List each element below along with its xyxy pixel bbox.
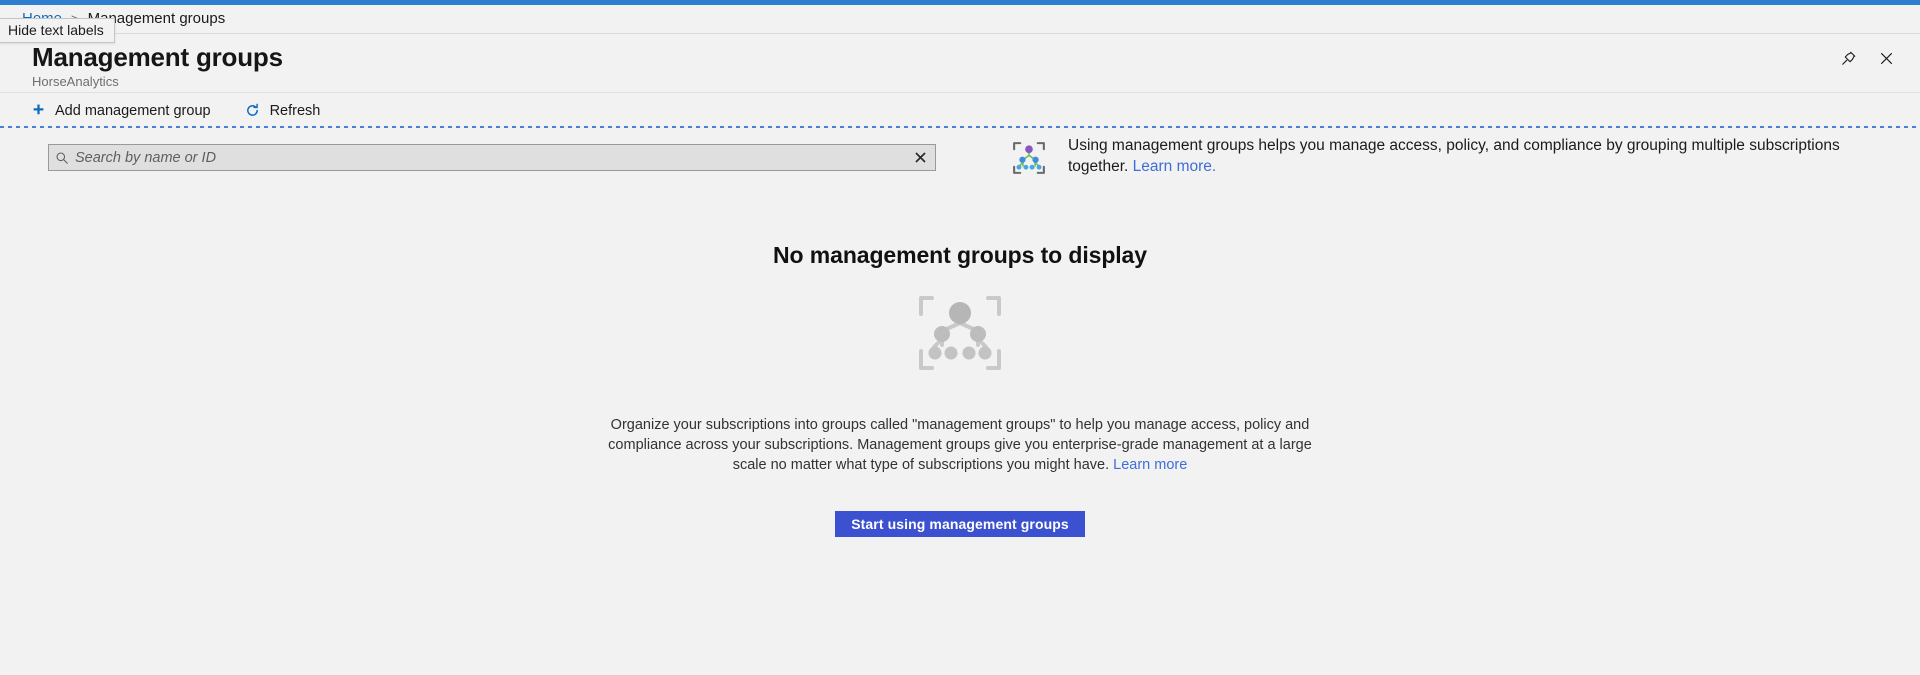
empty-state-title: No management groups to display — [773, 242, 1147, 268]
banner-learn-more-link[interactable]: Learn more. — [1133, 158, 1217, 175]
management-groups-hierarchy-illustration — [912, 289, 1008, 382]
refresh-label: Refresh — [269, 102, 321, 119]
empty-state-description: Organize your subscriptions into groups … — [590, 415, 1330, 475]
blade-container: Management groups HorseAnalytics Add man… — [0, 33, 1920, 675]
search-icon — [49, 151, 75, 165]
refresh-icon — [245, 103, 261, 119]
page-subtitle: HorseAnalytics — [32, 74, 119, 89]
search-box[interactable] — [48, 144, 936, 171]
pin-icon — [1840, 50, 1857, 70]
page-title: Management groups — [32, 42, 283, 72]
add-management-group-button[interactable]: Add management group — [26, 96, 215, 126]
search-input[interactable] — [75, 145, 905, 170]
info-banner: Using management groups helps you manage… — [1008, 135, 1878, 184]
command-bar: Add management group Refresh — [0, 92, 1920, 128]
close-button[interactable] — [1870, 44, 1902, 76]
close-icon — [1878, 50, 1895, 70]
management-groups-icon — [1008, 137, 1050, 184]
blade-actions — [1832, 44, 1902, 76]
pin-button[interactable] — [1832, 44, 1864, 76]
info-banner-text: Using management groups helps you manage… — [1068, 135, 1878, 177]
blade-header: Management groups HorseAnalytics — [0, 34, 1920, 92]
clear-icon — [915, 150, 926, 166]
filter-row: Using management groups helps you manage… — [0, 128, 1920, 206]
refresh-button[interactable]: Refresh — [241, 96, 325, 126]
empty-desc-line-3: no matter what type of subscriptions you… — [770, 456, 1114, 473]
command-bar-divider — [0, 126, 1920, 128]
empty-state: No management groups to display Organize… — [0, 242, 1920, 537]
start-using-management-groups-button[interactable]: Start using management groups — [835, 511, 1085, 537]
azure-portal-blade: Home > Management groups Hide text label… — [0, 0, 1920, 675]
hide-text-labels-tooltip: Hide text labels — [0, 18, 115, 43]
top-accent-strip — [0, 0, 1920, 5]
empty-desc-line-1: Organize your subscriptions into groups … — [610, 416, 1310, 433]
plus-icon — [30, 103, 46, 119]
add-management-group-label: Add management group — [55, 102, 211, 119]
clear-search-button[interactable] — [905, 145, 935, 170]
empty-state-learn-more-link[interactable]: Learn more — [1113, 457, 1187, 473]
